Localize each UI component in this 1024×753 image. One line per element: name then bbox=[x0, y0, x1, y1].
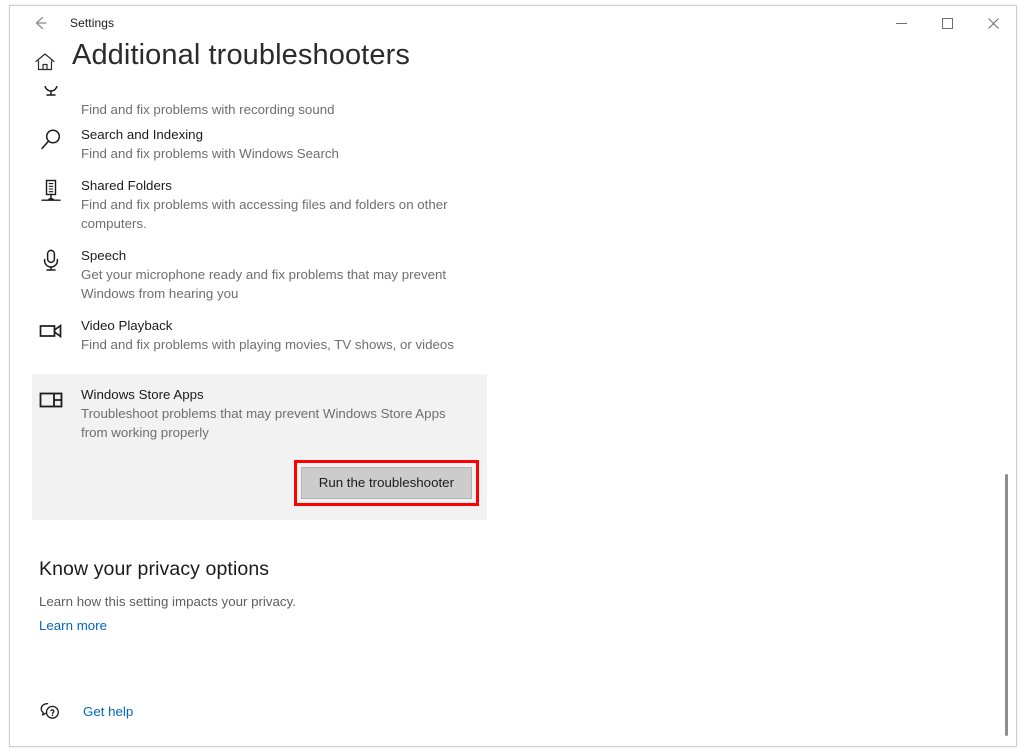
list-item-desc: Find and fix problems with playing movie… bbox=[81, 337, 454, 352]
privacy-section: Know your privacy options Learn how this… bbox=[39, 558, 1016, 635]
list-item-name: Video Playback bbox=[81, 318, 173, 333]
scrollbar-thumb[interactable] bbox=[1005, 474, 1008, 736]
app-title: Settings bbox=[70, 16, 115, 30]
title-bar: Settings bbox=[10, 6, 1016, 40]
get-help-row[interactable]: Get help bbox=[39, 700, 133, 722]
get-help-link[interactable]: Get help bbox=[83, 704, 133, 719]
list-item[interactable]: Speech Get your microphone ready and fix… bbox=[10, 243, 1016, 313]
list-item-windows-store-apps[interactable]: Windows Store Apps Troubleshoot problems… bbox=[32, 374, 487, 520]
back-arrow-icon[interactable] bbox=[20, 8, 60, 38]
button-row: Run the troubleshooter bbox=[32, 442, 487, 506]
recording-mic-icon bbox=[37, 86, 65, 100]
run-troubleshooter-button[interactable]: Run the troubleshooter bbox=[300, 467, 472, 499]
list-item-name: Speech bbox=[81, 248, 127, 263]
windows-store-apps-icon bbox=[37, 386, 65, 414]
highlight-rectangle: Run the troubleshooter bbox=[293, 460, 479, 506]
list-item[interactable]: Search and Indexing Find and fix problem… bbox=[10, 122, 1016, 173]
video-camera-icon bbox=[37, 317, 65, 345]
close-button[interactable] bbox=[970, 6, 1016, 40]
list-item-desc: Find and fix problems with accessing fil… bbox=[81, 197, 448, 231]
window-controls bbox=[878, 6, 1016, 40]
shared-folders-icon bbox=[37, 177, 65, 205]
list-item[interactable]: Shared Folders Find and fix problems wit… bbox=[10, 173, 1016, 243]
search-icon bbox=[37, 126, 65, 154]
list-item-name: Windows Store Apps bbox=[81, 387, 204, 402]
microphone-icon bbox=[37, 247, 65, 275]
list-item[interactable]: Find and fix problems with recording sou… bbox=[10, 86, 1016, 122]
privacy-title: Know your privacy options bbox=[39, 558, 270, 580]
settings-window: Settings Additional troubleshooters Find… bbox=[9, 5, 1017, 747]
question-bubble-icon bbox=[39, 700, 61, 722]
list-item-desc: Find and fix problems with recording sou… bbox=[81, 102, 335, 117]
page-title: Additional troubleshooters bbox=[72, 39, 410, 71]
maximize-button[interactable] bbox=[924, 6, 970, 40]
list-item-desc: Troubleshoot problems that may prevent W… bbox=[81, 406, 446, 440]
list-item[interactable]: Video Playback Find and fix problems wit… bbox=[10, 313, 1016, 364]
list-item-desc: Get your microphone ready and fix proble… bbox=[81, 267, 447, 301]
home-icon[interactable] bbox=[32, 49, 58, 75]
list-item-desc: Find and fix problems with Windows Searc… bbox=[81, 146, 339, 161]
troubleshooter-list: Find and fix problems with recording sou… bbox=[10, 86, 1016, 746]
privacy-subtitle: Learn how this setting impacts your priv… bbox=[39, 594, 296, 609]
list-item-name: Search and Indexing bbox=[81, 127, 203, 142]
learn-more-link[interactable]: Learn more bbox=[39, 618, 107, 633]
vertical-scrollbar[interactable] bbox=[1000, 46, 1014, 744]
list-item-name: Shared Folders bbox=[81, 178, 172, 193]
page-header: Additional troubleshooters bbox=[10, 39, 1016, 86]
minimize-button[interactable] bbox=[878, 6, 924, 40]
